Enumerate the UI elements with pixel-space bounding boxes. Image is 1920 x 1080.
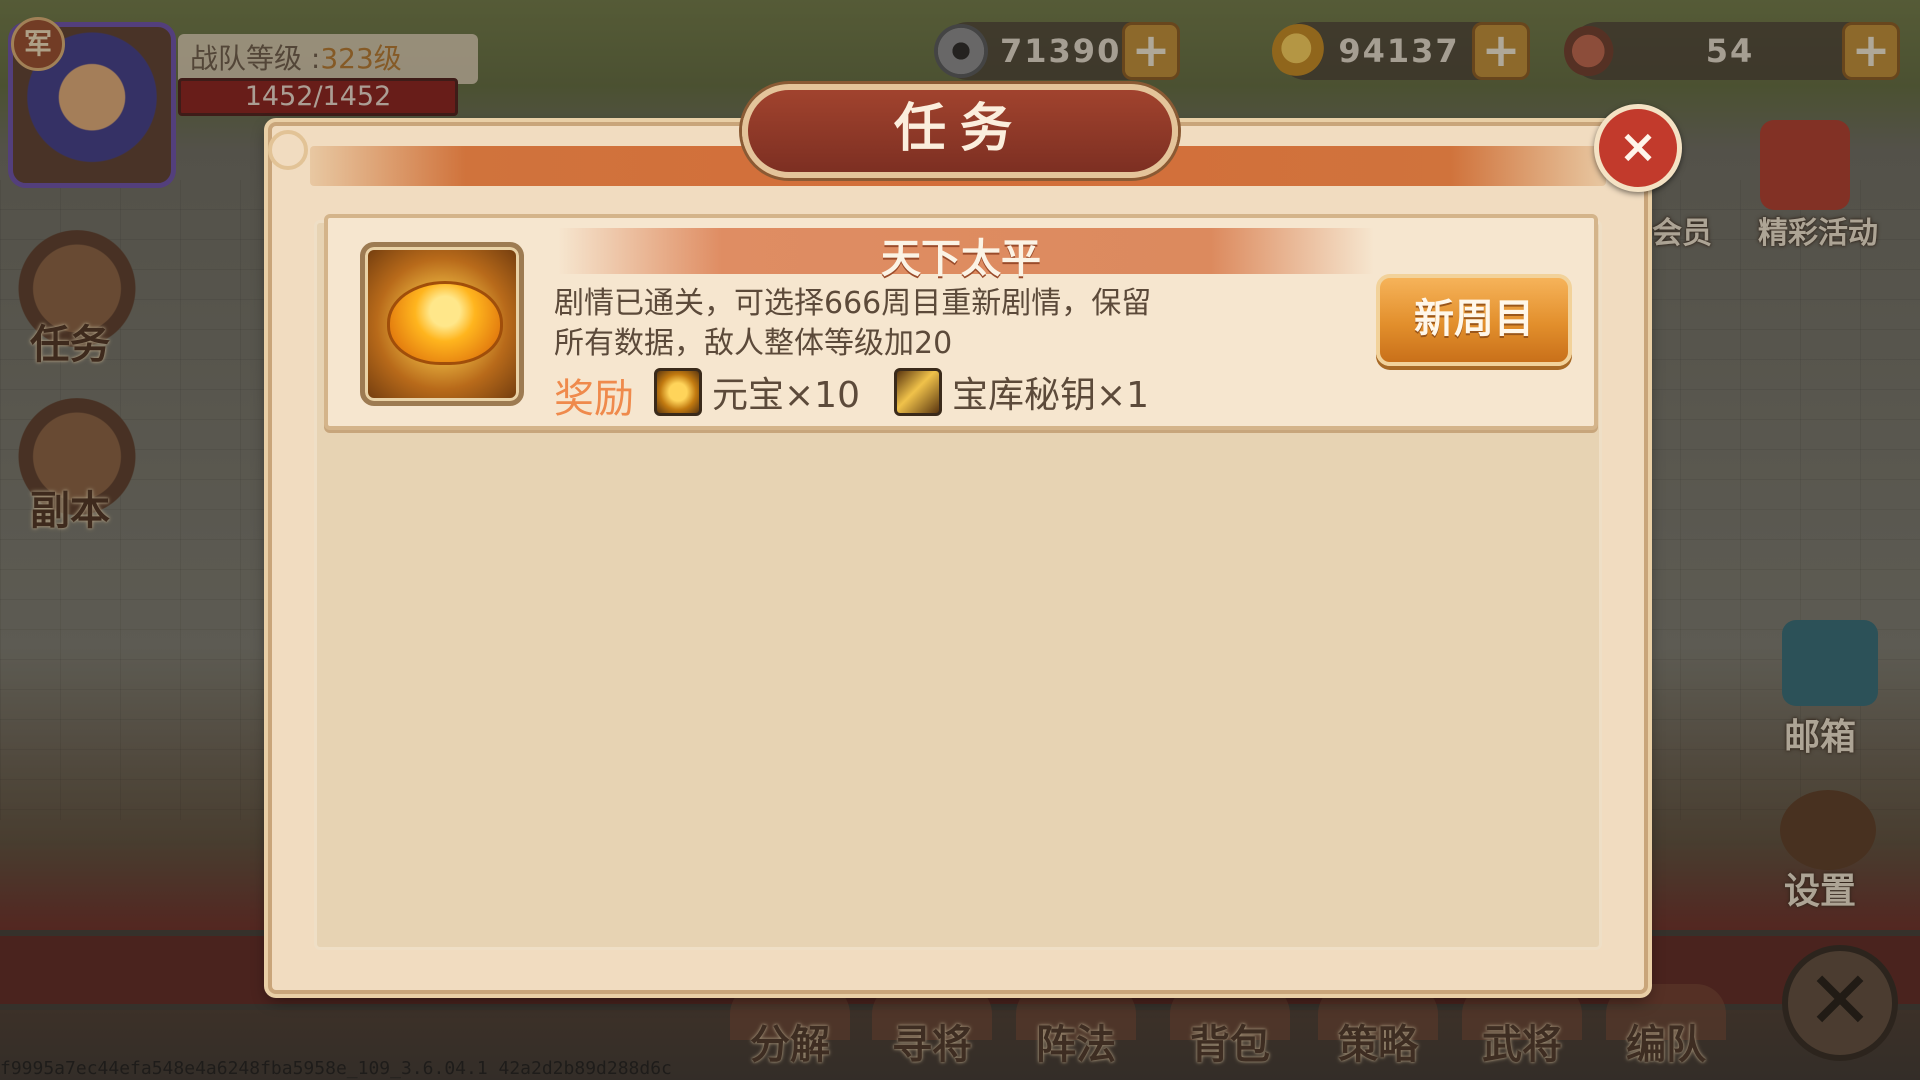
- task-card: 天下太平 剧情已通关，可选择666周目重新剧情，保留 所有数据，敌人整体等级加2…: [324, 214, 1598, 430]
- task-description: 剧情已通关，可选择666周目重新剧情，保留 所有数据，敌人整体等级加20: [554, 284, 1214, 364]
- reward-label: 奖励: [554, 376, 634, 422]
- reward-key-label: 宝库秘钥×1: [952, 375, 1150, 416]
- reward-item-key: 宝库秘钥×1: [894, 366, 1149, 418]
- ingot-shape: [387, 281, 503, 365]
- task-description-line1: 剧情已通关，可选择666周目重新剧情，保留: [554, 286, 1152, 321]
- dialog-title: 任务: [742, 84, 1178, 178]
- new-cycle-button[interactable]: 新周目: [1376, 274, 1572, 366]
- task-description-line2: 所有数据，敌人整体等级加20: [554, 326, 953, 361]
- gold-ingot-task-icon: [360, 242, 524, 406]
- treasure-key-icon: [894, 368, 942, 416]
- gold-ingot-icon: [654, 368, 702, 416]
- dialog-close-button[interactable]: ×: [1594, 104, 1682, 192]
- reward-item-ingot: 元宝×10: [654, 366, 860, 418]
- corner-ornament-icon: [268, 130, 308, 170]
- reward-ingot-label: 元宝×10: [712, 375, 860, 416]
